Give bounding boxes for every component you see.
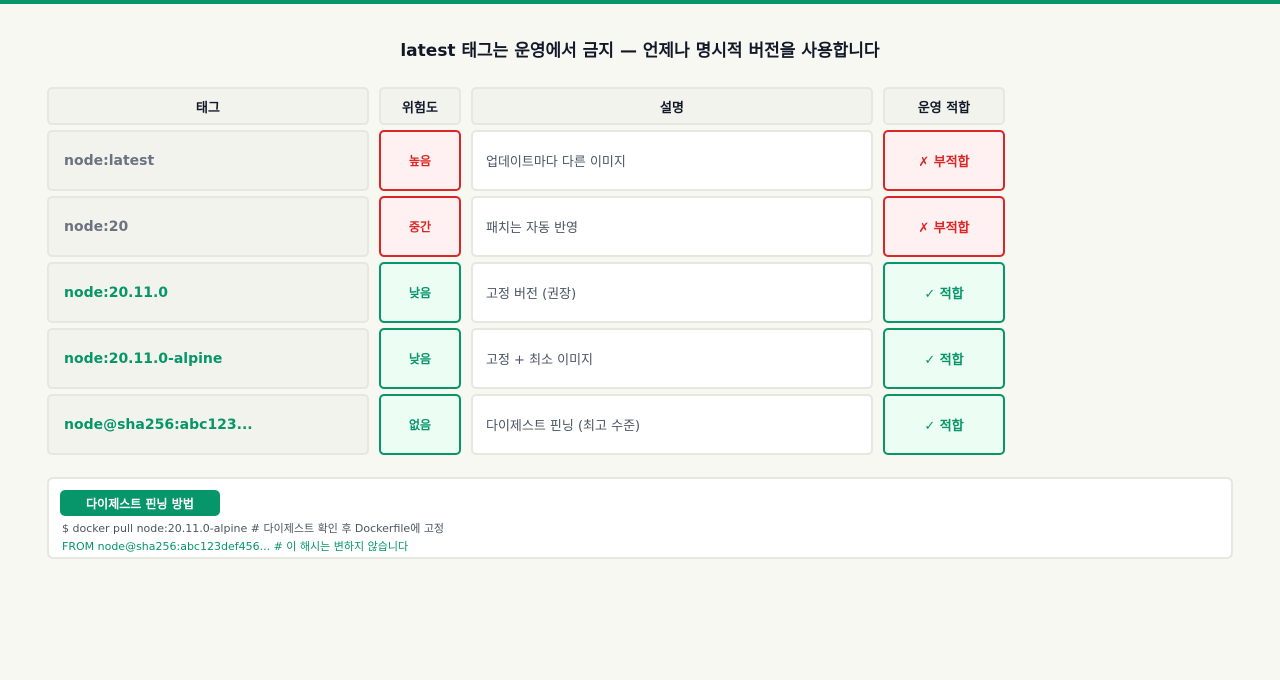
tag-cell: node@sha256:abc123...	[47, 394, 369, 455]
tag-cell: node:20	[47, 196, 369, 257]
description-cell: 다이제스트 핀닝 (최고 수준)	[471, 394, 873, 455]
risk-badge: 높음	[379, 130, 461, 191]
risk-badge: 없음	[379, 394, 461, 455]
fit-badge: ✗ 부적합	[883, 196, 1005, 257]
fit-badge: ✗ 부적합	[883, 130, 1005, 191]
risk-badge: 중간	[379, 196, 461, 257]
fit-badge: ✓ 적합	[883, 394, 1005, 455]
risk-badge: 낮음	[379, 262, 461, 323]
description-cell: 고정 + 최소 이미지	[471, 328, 873, 389]
header-tag: 태그	[47, 87, 369, 125]
tag-cell: node:latest	[47, 130, 369, 191]
header-production-fit: 운영 적합	[883, 87, 1005, 125]
header-risk: 위험도	[379, 87, 461, 125]
description-cell: 업데이트마다 다른 이미지	[471, 130, 873, 191]
top-accent-bar	[0, 0, 1280, 4]
page-title: latest 태그는 운영에서 금지 — 언제나 명시적 버전을 사용합니다	[400, 41, 880, 61]
tag-cell: node:20.11.0-alpine	[47, 328, 369, 389]
tag-cell: node:20.11.0	[47, 262, 369, 323]
code-line-pull: $ docker pull node:20.11.0-alpine # 다이제스…	[62, 522, 445, 535]
description-cell: 패치는 자동 반영	[471, 196, 873, 257]
code-line-from: FROM node@sha256:abc123def456... # 이 해시는…	[62, 540, 409, 553]
fit-badge: ✓ 적합	[883, 262, 1005, 323]
tag-table: 태그 위험도 설명 운영 적합 node:latest 높음 업데이트마다 다른…	[47, 87, 1005, 455]
digest-pinning-badge: 다이제스트 핀닝 방법	[60, 490, 220, 516]
digest-pinning-panel: 다이제스트 핀닝 방법 $ docker pull node:20.11.0-a…	[47, 477, 1233, 559]
description-cell: 고정 버전 (권장)	[471, 262, 873, 323]
risk-badge: 낮음	[379, 328, 461, 389]
header-description: 설명	[471, 87, 873, 125]
fit-badge: ✓ 적합	[883, 328, 1005, 389]
